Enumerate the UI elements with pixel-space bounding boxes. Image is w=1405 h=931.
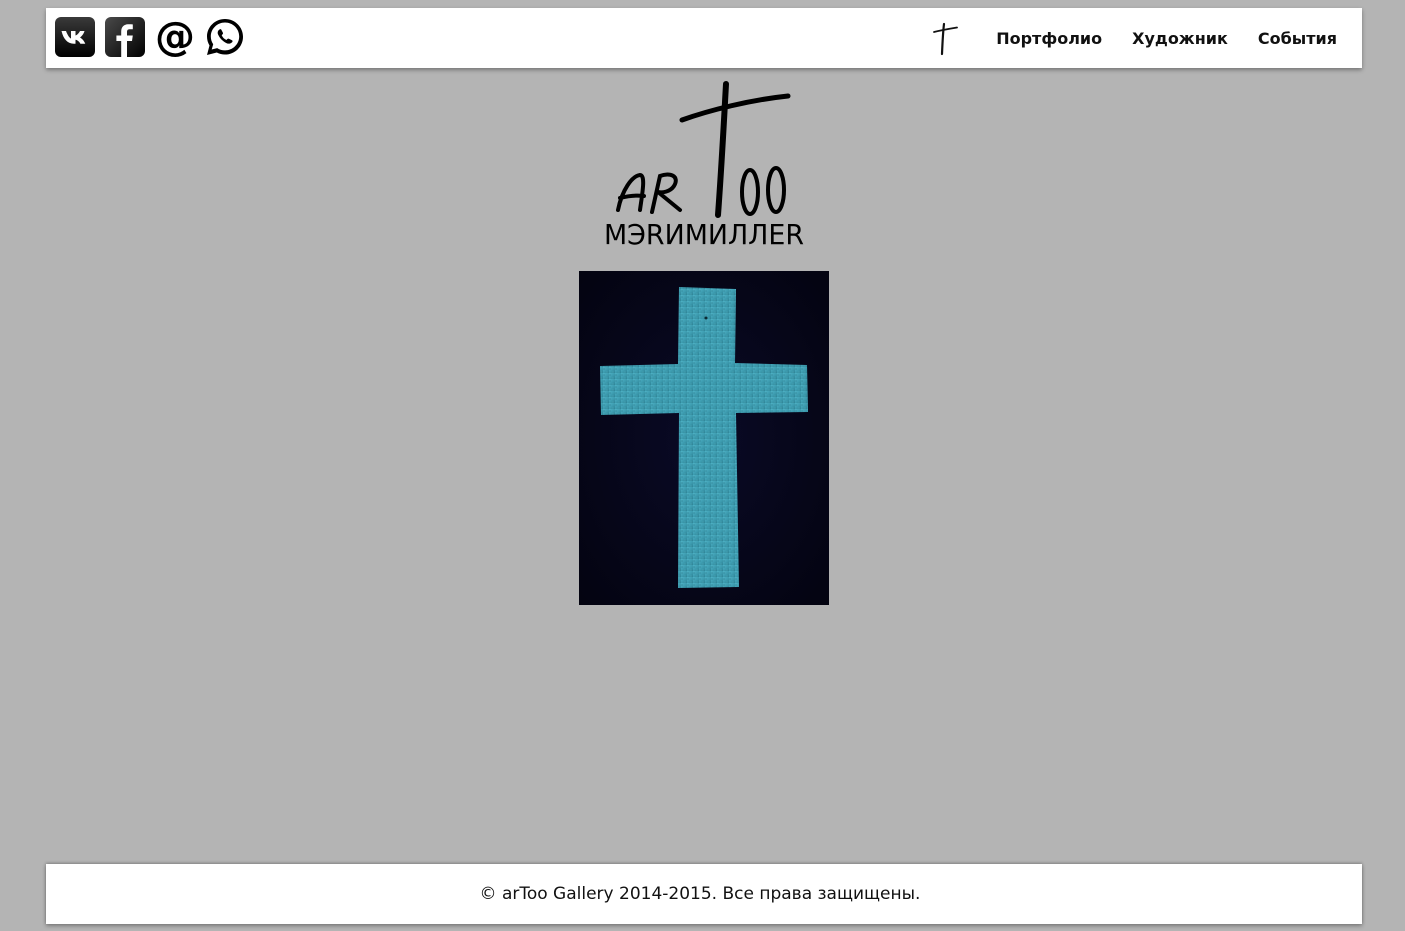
svg-text:@: @ [155,17,195,57]
social-links: @ [55,17,245,57]
nav-link-portfolio[interactable]: Портфолио [996,29,1102,48]
facebook-icon[interactable] [105,17,145,57]
cross-mark-icon[interactable] [930,20,960,56]
footer-bar: © arToo Gallery 2014-2015. Все права защ… [46,864,1362,924]
logo-artist-name: МЭRИМИЛЛЕR [604,218,804,251]
at-sign-icon[interactable]: @ [155,17,195,57]
artwork-cross-painting[interactable] [579,271,829,605]
whatsapp-icon[interactable] [205,17,245,57]
nav-link-artist[interactable]: Художник [1132,29,1228,48]
artoo-logo[interactable]: МЭRИМИЛЛЕR [590,80,820,252]
header-bar: @ Портфолио Художник События [46,8,1362,68]
nav-link-events[interactable]: События [1258,29,1337,48]
main-nav: Портфолио Художник События [996,8,1337,68]
copyright-text: © arToo Gallery 2014-2015. Все права защ… [479,884,921,904]
vk-icon[interactable] [55,17,95,57]
